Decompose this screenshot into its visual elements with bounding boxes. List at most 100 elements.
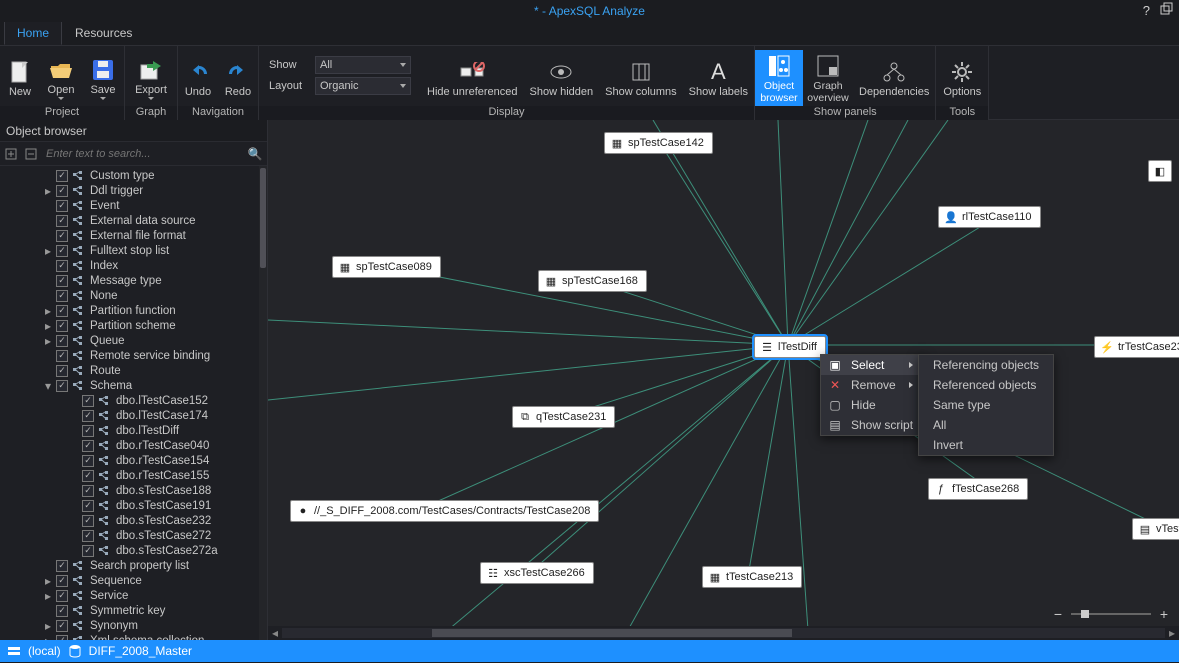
tree-item[interactable]: dbo.sTestCase188: [0, 483, 267, 498]
tree-item[interactable]: Remote service binding: [0, 348, 267, 363]
tree-item[interactable]: Event: [0, 198, 267, 213]
object-browser-button[interactable]: Object browser: [755, 50, 803, 106]
checkbox[interactable]: [56, 605, 68, 617]
checkbox[interactable]: [56, 335, 68, 347]
ctx-select[interactable]: ▣Select: [821, 355, 925, 375]
graph-node[interactable]: ●//_S_DIFF_2008.com/TestCases/Contracts/…: [290, 500, 599, 522]
canvas-hscroll[interactable]: ◂ ▸: [268, 626, 1179, 640]
graph-canvas[interactable]: ▦spTestCase142 👤rlTestCase110 ▦spTestCas…: [268, 120, 1179, 640]
graph-node[interactable]: ⧉qTestCase231: [512, 406, 615, 428]
checkbox[interactable]: [56, 575, 68, 587]
show-hidden-button[interactable]: Show hidden: [524, 50, 600, 106]
help-icon[interactable]: ?: [1143, 3, 1150, 18]
checkbox[interactable]: [56, 560, 68, 572]
sub-invert[interactable]: Invert: [919, 435, 1053, 455]
checkbox[interactable]: [82, 485, 94, 497]
checkbox[interactable]: [82, 530, 94, 542]
options-button[interactable]: Options: [936, 50, 988, 106]
graph-node[interactable]: ▦tTestCase213: [702, 566, 802, 588]
tree-item[interactable]: External data source: [0, 213, 267, 228]
new-button[interactable]: New: [0, 50, 40, 106]
checkbox[interactable]: [56, 380, 68, 392]
checkbox[interactable]: [56, 635, 68, 641]
tree-item[interactable]: dbo.sTestCase272: [0, 528, 267, 543]
checkbox[interactable]: [56, 320, 68, 332]
checkbox[interactable]: [82, 455, 94, 467]
show-labels-button[interactable]: A Show labels: [683, 50, 754, 106]
graph-node[interactable]: ◧: [1148, 160, 1172, 182]
checkbox[interactable]: [82, 545, 94, 557]
zoom-out-button[interactable]: −: [1051, 606, 1065, 622]
sub-referenced[interactable]: Referenced objects: [919, 375, 1053, 395]
checkbox[interactable]: [56, 305, 68, 317]
show-select[interactable]: All: [315, 56, 411, 74]
tree-item[interactable]: ▾ Schema: [0, 378, 267, 393]
checkbox[interactable]: [82, 500, 94, 512]
dependencies-button[interactable]: Dependencies: [853, 50, 935, 106]
ctx-show-script[interactable]: ▤Show script: [821, 415, 925, 435]
checkbox[interactable]: [56, 170, 68, 182]
tree-item[interactable]: Route: [0, 363, 267, 378]
tree-item[interactable]: dbo.rTestCase154: [0, 453, 267, 468]
expand-icon[interactable]: ▸: [44, 304, 52, 318]
checkbox[interactable]: [56, 290, 68, 302]
sub-all[interactable]: All: [919, 415, 1053, 435]
expand-icon[interactable]: ▸: [44, 574, 52, 588]
graph-node[interactable]: ▤vTestCas: [1132, 518, 1179, 540]
tree-item[interactable]: ▸ Synonym: [0, 618, 267, 633]
object-tree[interactable]: Custom type▸ Ddl trigger Event External …: [0, 166, 267, 640]
checkbox[interactable]: [56, 215, 68, 227]
ctx-hide[interactable]: ▢Hide: [821, 395, 925, 415]
zoom-track[interactable]: [1071, 613, 1151, 615]
tree-item[interactable]: dbo.lTestDiff: [0, 423, 267, 438]
expand-icon[interactable]: ▸: [44, 319, 52, 333]
checkbox[interactable]: [82, 440, 94, 452]
expand-icon[interactable]: ▸: [44, 634, 52, 641]
tree-item[interactable]: ▸ Partition scheme: [0, 318, 267, 333]
checkbox[interactable]: [56, 365, 68, 377]
checkbox[interactable]: [82, 395, 94, 407]
export-button[interactable]: Export: [125, 50, 177, 106]
tree-item[interactable]: dbo.sTestCase191: [0, 498, 267, 513]
checkbox[interactable]: [82, 515, 94, 527]
hide-unreferenced-button[interactable]: Hide unreferenced: [421, 50, 524, 106]
scroll-right-icon[interactable]: ▸: [1165, 626, 1179, 640]
tree-item[interactable]: ▸ Service: [0, 588, 267, 603]
redo-button[interactable]: Redo: [218, 50, 258, 106]
expand-icon[interactable]: ▾: [44, 379, 52, 393]
tree-item[interactable]: Search property list: [0, 558, 267, 573]
tree-scrollbar[interactable]: [259, 166, 267, 640]
expand-icon[interactable]: ▸: [44, 619, 52, 633]
sub-referencing[interactable]: Referencing objects: [919, 355, 1053, 375]
tree-item[interactable]: ▸ Fulltext stop list: [0, 243, 267, 258]
checkbox[interactable]: [56, 260, 68, 272]
open-button[interactable]: Open: [40, 50, 82, 106]
zoom-in-button[interactable]: +: [1157, 606, 1171, 622]
checkbox[interactable]: [56, 200, 68, 212]
tree-item[interactable]: ▸ Partition function: [0, 303, 267, 318]
graph-node[interactable]: ▦spTestCase142: [604, 132, 713, 154]
show-columns-button[interactable]: Show columns: [599, 50, 683, 106]
graph-overview-button[interactable]: Graph overview: [803, 50, 853, 106]
checkbox[interactable]: [82, 410, 94, 422]
tree-item[interactable]: External file format: [0, 228, 267, 243]
tree-item[interactable]: dbo.rTestCase155: [0, 468, 267, 483]
graph-node[interactable]: 👤rlTestCase110: [938, 206, 1041, 228]
tab-resources[interactable]: Resources: [62, 21, 145, 45]
checkbox[interactable]: [56, 245, 68, 257]
tree-item[interactable]: dbo.rTestCase040: [0, 438, 267, 453]
graph-node[interactable]: ▦spTestCase168: [538, 270, 647, 292]
expand-icon[interactable]: ▸: [44, 244, 52, 258]
tree-item[interactable]: dbo.lTestCase174: [0, 408, 267, 423]
tree-item[interactable]: ▸ Sequence: [0, 573, 267, 588]
graph-node[interactable]: ☷xscTestCase266: [480, 562, 594, 584]
tree-item[interactable]: Symmetric key: [0, 603, 267, 618]
checkbox[interactable]: [82, 425, 94, 437]
graph-node[interactable]: ⚡trTestCase230: [1094, 336, 1179, 358]
sub-same[interactable]: Same type: [919, 395, 1053, 415]
graph-node-selected[interactable]: ☰lTestDiff: [754, 336, 826, 358]
expand-icon[interactable]: ▸: [44, 184, 52, 198]
tree-item[interactable]: Message type: [0, 273, 267, 288]
tree-item[interactable]: dbo.sTestCase272a: [0, 543, 267, 558]
graph-node[interactable]: ƒfTestCase268: [928, 478, 1028, 500]
